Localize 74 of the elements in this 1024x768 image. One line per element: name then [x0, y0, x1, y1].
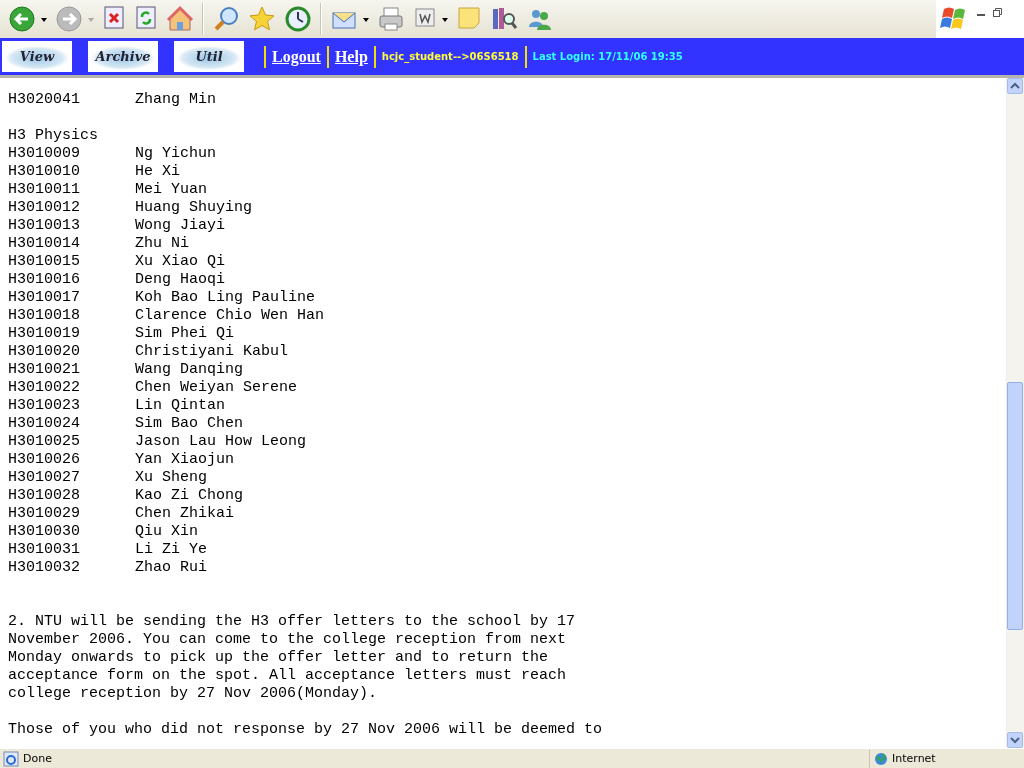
student-id: H3010021 [8, 361, 81, 379]
student-name: Mei Yuan [135, 181, 207, 199]
search-icon[interactable] [212, 5, 240, 33]
scroll-up-button[interactable] [1007, 78, 1023, 94]
student-id: H3010022 [8, 379, 81, 397]
student-id: H3010025 [8, 433, 81, 451]
status-text: Done [23, 752, 52, 765]
scroll-down-button[interactable] [1007, 732, 1023, 748]
student-id: H3010028 [8, 487, 81, 505]
student-id: H3010031 [8, 541, 81, 559]
student-name: He Xi [135, 163, 180, 181]
student-id: H3010029 [8, 505, 81, 523]
nav-link[interactable]: Logout [264, 45, 327, 68]
student-id: H3010023 [8, 397, 81, 415]
student-id: H3020041 [8, 91, 81, 109]
page-icon [3, 750, 19, 767]
student-id: H3010024 [8, 415, 81, 433]
student-id: H3010014 [8, 235, 81, 253]
student-name: Zhu Ni [135, 235, 189, 253]
student-id: H3010020 [8, 343, 81, 361]
student-name: Yan Xiaojun [135, 451, 235, 469]
student-name: Jason Lau How Leong [135, 433, 307, 451]
paragraph: Those of you who did not response by 27 Nov 2006 will be deemed to [8, 721, 604, 739]
student-name: Wang Danqing [135, 361, 244, 379]
student-id: H3010016 [8, 271, 81, 289]
student-name: Chen Weiyan Serene [135, 379, 298, 397]
nav-link[interactable]: Help [326, 45, 374, 68]
student-id: H3010018 [8, 307, 81, 325]
student-id: H3010017 [8, 289, 81, 307]
logo-button[interactable]: View [2, 41, 72, 72]
logo-button[interactable]: Util [174, 41, 244, 72]
user-label: hcjc_student-->06S6518 [373, 45, 525, 68]
student-name: Christiyani Kabul [135, 343, 289, 361]
student-id: H3010013 [8, 217, 81, 235]
scrollbar-thumb[interactable] [1007, 382, 1023, 630]
student-name: Huang Shuying [135, 199, 253, 217]
student-name: Xu Sheng [135, 469, 207, 487]
student-id: H3010011 [8, 181, 81, 199]
student-id: H3010026 [8, 451, 81, 469]
student-id: H3010010 [8, 163, 81, 181]
paragraph: 2. NTU will be sending the H3 offer letters to the school by 17 November 2006. You can come to the college reception from next Monday onwards to pick up the offer letter and to return the acceptance form on the spot. All acceptance letters must reach college reception by 27 Nov 2006(Monday). [8, 613, 577, 703]
star-icon[interactable] [248, 5, 276, 33]
logo-button[interactable]: Archive [88, 41, 158, 72]
student-name: Qiu Xin [135, 523, 198, 541]
student-id: H3010032 [8, 559, 81, 577]
student-name: Deng Haoqi [135, 271, 225, 289]
student-name: Zhao Rui [135, 559, 207, 577]
last-login-text: Last Login: 17/11/06 19:35 [524, 45, 689, 68]
student-name: Lin Qintan [135, 397, 225, 415]
history-icon[interactable] [284, 5, 312, 33]
student-name: Chen Zhikai [135, 505, 235, 523]
student-name: Sim Phei Qi [135, 325, 235, 343]
student-name: Sim Bao Chen [135, 415, 244, 433]
student-name: Xu Xiao Qi [135, 253, 225, 271]
student-name: Li Zi Ye [135, 541, 207, 559]
home-icon[interactable] [166, 5, 194, 33]
student-name: Clarence Chio Wen Han [135, 307, 325, 325]
student-id: H3010027 [8, 469, 81, 487]
student-name: Zhang Min [135, 91, 216, 109]
student-name: Ng Yichun [135, 145, 216, 163]
scrollbar[interactable] [1006, 78, 1024, 748]
printer-icon[interactable] [377, 5, 405, 33]
student-name: Koh Bao Ling Pauline [135, 289, 316, 307]
student-id: H3010015 [8, 253, 81, 271]
student-name: Wong Jiayi [135, 217, 225, 235]
zone-text: Internet [892, 752, 936, 765]
student-id: H3010009 [8, 145, 81, 163]
section-heading: H3 Physics [8, 127, 99, 145]
student-id: H3010012 [8, 199, 81, 217]
restore-icon[interactable] [992, 6, 1002, 18]
globe-icon [874, 751, 888, 766]
student-id: H3010019 [8, 325, 81, 343]
student-id: H3010030 [8, 523, 81, 541]
student-name: Kao Zi Chong [135, 487, 244, 505]
